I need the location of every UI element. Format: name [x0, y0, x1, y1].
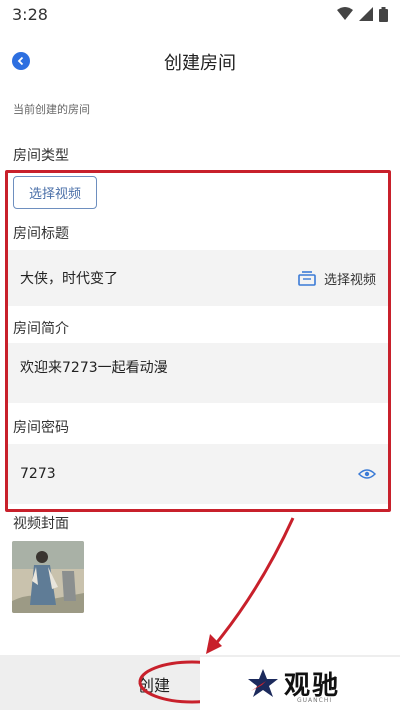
room-intro-value: 欢迎来7273一起看动漫	[20, 360, 168, 376]
video-cover-image[interactable]	[12, 541, 84, 613]
chevron-left-icon	[17, 56, 24, 66]
video-list-icon	[298, 271, 316, 286]
room-intro-label: 房间简介	[13, 321, 69, 337]
room-title-label: 房间标题	[13, 226, 69, 242]
signal-icon	[359, 7, 373, 21]
cover-label: 视频封面	[13, 516, 69, 532]
star-logo-icon	[248, 669, 278, 697]
room-password-value: 7273	[20, 466, 56, 482]
status-icons	[337, 6, 388, 22]
page-title: 创建房间	[164, 53, 236, 74]
status-bar: 3:28	[0, 0, 400, 28]
room-intro-field[interactable]: 欢迎来7273一起看动漫	[8, 343, 388, 403]
room-password-label: 房间密码	[13, 420, 69, 436]
select-video-link[interactable]: 选择视频	[298, 269, 376, 288]
room-title-value: 大侠，时代变了	[20, 271, 118, 287]
wifi-icon	[337, 7, 353, 20]
create-button[interactable]: 创建	[138, 672, 170, 696]
eye-icon[interactable]	[358, 468, 376, 480]
room-password-field[interactable]: 7273	[8, 444, 388, 504]
select-video-type-button[interactable]: 选择视频	[13, 176, 97, 209]
section-hint: 当前创建的房间	[13, 103, 90, 116]
header: 创建房间	[0, 40, 400, 84]
back-button[interactable]	[12, 52, 30, 70]
status-time: 3:28	[12, 4, 48, 24]
room-type-label: 房间类型	[13, 148, 69, 164]
select-video-label: 选择视频	[323, 272, 376, 288]
cover-illustration	[12, 541, 84, 613]
watermark: 观驰 GUANCHI	[200, 657, 400, 710]
watermark-sub: GUANCHI	[297, 697, 333, 704]
room-title-field[interactable]: 大侠，时代变了 选择视频	[8, 250, 388, 306]
battery-icon	[379, 6, 388, 22]
